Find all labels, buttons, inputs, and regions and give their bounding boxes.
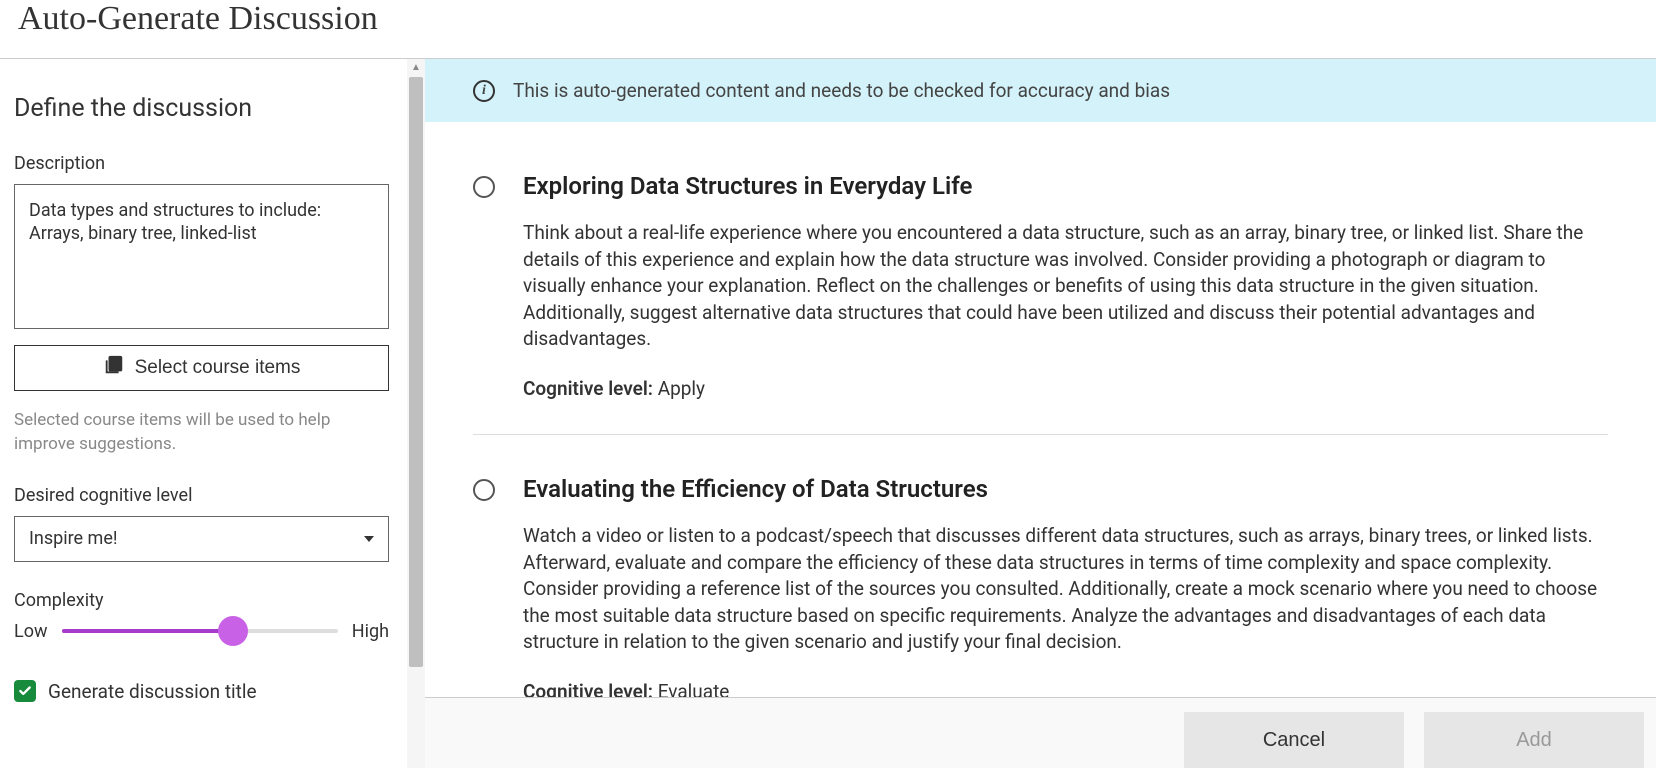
page-title: Auto-Generate Discussion: [0, 0, 1656, 58]
select-course-items-label: Select course items: [135, 357, 301, 379]
sidebar-scrollbar[interactable]: ▲: [407, 59, 425, 768]
helper-text: Selected course items will be used to he…: [14, 409, 389, 457]
description-label: Description: [14, 153, 389, 174]
scrollbar-thumb[interactable]: [409, 77, 423, 667]
sidebar: Define the discussion Description Select…: [0, 59, 425, 768]
result-description: Watch a video or listen to a podcast/spe…: [523, 523, 1608, 656]
add-button[interactable]: Add: [1424, 712, 1644, 768]
result-cognitive-level: Cognitive level: Apply: [523, 377, 1608, 400]
chevron-down-icon: [364, 536, 374, 542]
info-icon: i: [473, 80, 495, 102]
cognitive-level-select[interactable]: Inspire me!: [14, 516, 389, 562]
cancel-button[interactable]: Cancel: [1184, 712, 1404, 768]
info-notice-text: This is auto-generated content and needs…: [513, 79, 1170, 102]
complexity-slider[interactable]: [62, 629, 338, 633]
content-area: i This is auto-generated content and nee…: [425, 59, 1656, 768]
result-item: Exploring Data Structures in Everyday Li…: [473, 152, 1608, 420]
complexity-high-label: High: [352, 621, 389, 642]
result-title: Evaluating the Efficiency of Data Struct…: [523, 475, 1608, 503]
scroll-up-icon[interactable]: ▲: [411, 62, 421, 73]
complexity-label: Complexity: [14, 590, 389, 611]
info-notice: i This is auto-generated content and nee…: [425, 59, 1656, 122]
results-list: Exploring Data Structures in Everyday Li…: [425, 122, 1656, 697]
cognitive-level-label: Desired cognitive level: [14, 485, 389, 506]
cognitive-level-value: Inspire me!: [29, 528, 118, 549]
result-radio[interactable]: [473, 479, 495, 501]
sidebar-heading: Define the discussion: [14, 94, 389, 123]
result-title: Exploring Data Structures in Everyday Li…: [523, 172, 1608, 200]
generate-title-checkbox[interactable]: [14, 680, 36, 702]
library-icon: [103, 354, 125, 382]
description-input[interactable]: [14, 184, 389, 329]
main-layout: Define the discussion Description Select…: [0, 58, 1656, 768]
result-radio[interactable]: [473, 176, 495, 198]
select-course-items-button[interactable]: Select course items: [14, 345, 389, 391]
result-description: Think about a real-life experience where…: [523, 220, 1608, 353]
footer-actions: Cancel Add: [425, 697, 1656, 768]
complexity-slider-thumb[interactable]: [218, 616, 248, 646]
complexity-slider-fill: [62, 629, 233, 633]
generate-title-label: Generate discussion title: [48, 680, 257, 703]
complexity-low-label: Low: [14, 621, 48, 642]
result-cognitive-level: Cognitive level: Evaluate: [523, 680, 1608, 697]
result-item: Evaluating the Efficiency of Data Struct…: [473, 434, 1608, 697]
